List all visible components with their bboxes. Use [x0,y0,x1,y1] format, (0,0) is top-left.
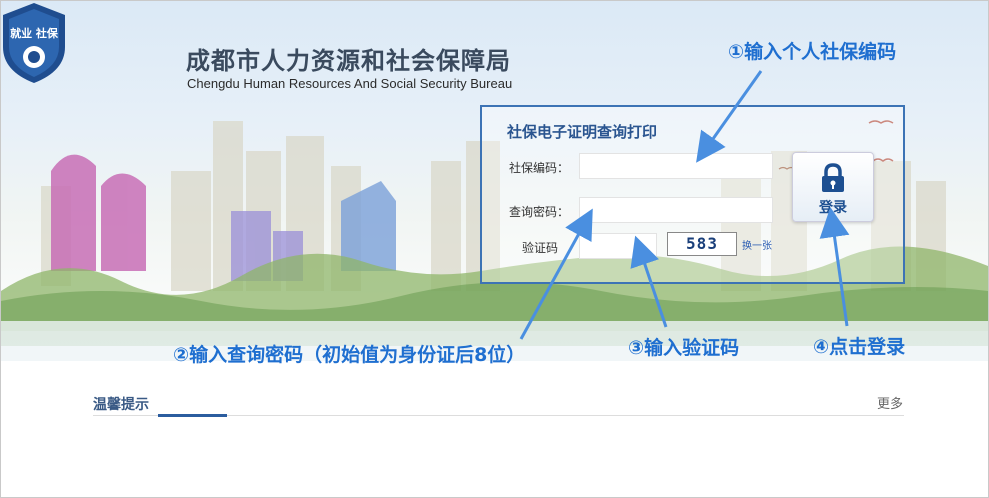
org-name-english: Chengdu Human Resources And Social Secur… [187,76,513,91]
annotation-step4: ④点击登录 [813,336,906,358]
login-button-label: 登录 [819,200,847,216]
logo-text: 就业 社保 [10,26,59,40]
annotation-step2: ②输入查询密码（初始值为身份证后8位） [173,344,526,366]
ss-number-input[interactable] [579,153,773,179]
page-frame: 就业 社保 成都市人力资源和社会保障局 Chengdu Human Resour… [0,0,989,498]
ss-number-label: 社保编码： [509,161,570,175]
login-panel-title: 社保电子证明查询打印 [507,123,658,141]
lock-icon [822,163,844,192]
more-link[interactable]: 更多 [877,393,903,412]
login-panel: 社保电子证明查询打印 社保编码： 查询密码： 验证码 583 换一张 登录 [480,105,905,284]
refresh-captcha-link[interactable]: 换一张 [742,237,772,252]
captcha-input[interactable] [579,233,657,259]
password-label: 查询密码： [509,205,570,219]
password-input[interactable] [579,197,773,223]
annotation-step1: ①输入个人社保编码 [728,41,897,63]
bureau-logo: 就业 社保 [3,3,65,83]
annotation-step3: ③输入验证码 [628,337,740,359]
notice-tab-indicator [158,414,227,417]
login-button[interactable]: 登录 [792,152,874,222]
captcha-image: 583 [667,232,737,256]
notice-tab-title[interactable]: 温馨提示 [93,394,149,414]
captcha-label: 验证码 [522,241,559,255]
org-name-chinese: 成都市人力资源和社会保障局 [186,47,511,75]
